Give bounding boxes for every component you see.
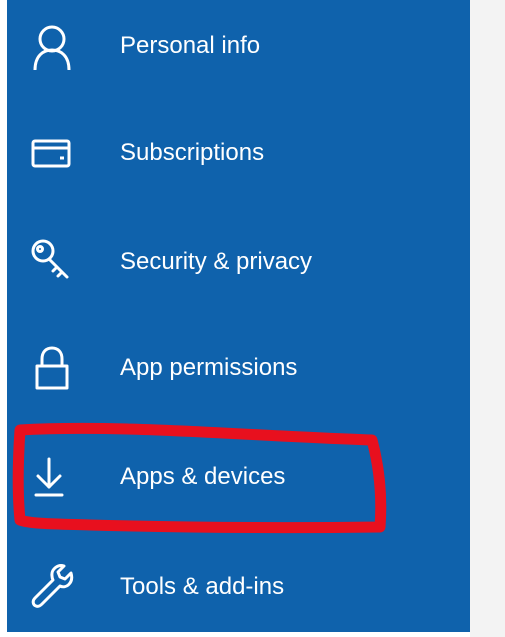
sidebar-item-label: App permissions <box>120 354 298 381</box>
person-icon <box>27 22 77 70</box>
key-icon <box>27 238 77 286</box>
sidebar-item-label: Tools & add-ins <box>120 573 285 600</box>
sidebar-item-subscriptions[interactable]: Subscriptions <box>7 123 470 183</box>
sidebar-item-security-privacy[interactable]: Security & privacy <box>7 232 470 292</box>
sidebar-item-label: Personal info <box>120 32 261 59</box>
credit-card-icon <box>27 129 77 177</box>
sidebar-item-apps-devices[interactable]: Apps & devices <box>7 447 470 507</box>
sidebar-item-personal-info[interactable]: Personal info <box>7 16 470 76</box>
sidebar-item-label: Apps & devices <box>120 463 286 490</box>
wrench-icon <box>27 563 77 611</box>
download-icon <box>27 453 77 501</box>
sidebar-item-tools-add-ins[interactable]: Tools & add-ins <box>7 557 470 617</box>
lock-icon <box>27 344 77 392</box>
sidebar-item-app-permissions[interactable]: App permissions <box>7 338 470 398</box>
account-sidebar: Personal info Subscriptions Security & p… <box>7 0 470 632</box>
content-area <box>470 0 505 637</box>
sidebar-item-label: Subscriptions <box>120 139 265 166</box>
sidebar-item-label: Security & privacy <box>120 248 313 275</box>
